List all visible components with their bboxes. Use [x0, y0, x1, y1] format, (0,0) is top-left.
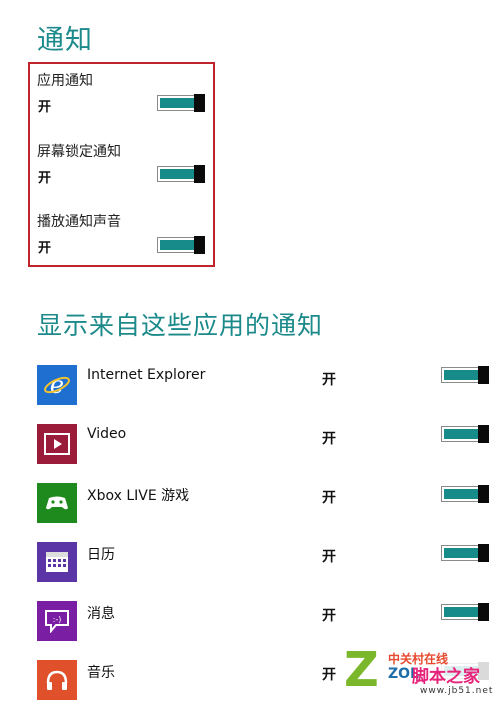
- toggle-video[interactable]: [441, 425, 489, 443]
- toggle-thumb: [194, 94, 205, 112]
- toggle-thumb: [478, 485, 489, 503]
- app-state-calendar: 开: [322, 549, 336, 565]
- app-name-music: 音乐: [87, 665, 115, 681]
- toggle-thumb: [478, 544, 489, 562]
- music-icon: [37, 660, 77, 700]
- toggle-xbox-live[interactable]: [441, 485, 489, 503]
- app-state-internet-explorer: 开: [322, 372, 336, 388]
- toggle-fill: [160, 240, 195, 250]
- messaging-icon: :-): [37, 601, 77, 641]
- setting-label-app-notifications: 应用通知: [37, 73, 93, 89]
- app-name-calendar: 日历: [87, 547, 115, 563]
- app-state-xbox-live: 开: [322, 490, 336, 506]
- setting-state-app-notifications: 开: [38, 100, 52, 115]
- setting-label-lockscreen-notifications: 屏幕锁定通知: [37, 144, 121, 160]
- toggle-thumb: [194, 165, 205, 183]
- toggle-fill: [444, 489, 479, 499]
- watermark-url: www.jb51.net: [420, 686, 494, 696]
- watermark: Z 中关村在线 ZOL 脚本之家 www.jb51.net: [342, 642, 500, 703]
- toggle-thumb: [478, 603, 489, 621]
- toggle-fill: [444, 607, 479, 617]
- setting-label-notification-sound: 播放通知声音: [37, 214, 121, 230]
- app-state-music: 开: [322, 667, 336, 683]
- internet-explorer-icon: e: [37, 365, 77, 405]
- app-name-messaging: 消息: [87, 606, 115, 622]
- app-name-internet-explorer: Internet Explorer: [87, 367, 206, 383]
- setting-state-lockscreen-notifications: 开: [38, 171, 52, 186]
- toggle-notification-sound[interactable]: [157, 236, 205, 254]
- toggle-thumb: [478, 366, 489, 384]
- toggle-fill: [444, 429, 479, 439]
- toggle-fill: [160, 169, 195, 179]
- app-state-video: 开: [322, 431, 336, 447]
- toggle-fill: [444, 548, 479, 558]
- toggle-fill: [160, 98, 195, 108]
- toggle-thumb: [194, 236, 205, 254]
- app-name-video: Video: [87, 426, 127, 442]
- apps-section-title: 显示来自这些应用的通知: [37, 311, 324, 340]
- setting-state-notification-sound: 开: [38, 241, 52, 256]
- toggle-internet-explorer[interactable]: [441, 366, 489, 384]
- svg-text:e: e: [50, 371, 64, 399]
- video-icon: [37, 424, 77, 464]
- app-state-messaging: 开: [322, 608, 336, 624]
- app-name-xbox-live: Xbox LIVE 游戏: [87, 488, 190, 504]
- xbox-icon: [37, 483, 77, 523]
- toggle-lockscreen-notifications[interactable]: [157, 165, 205, 183]
- toggle-calendar[interactable]: [441, 544, 489, 562]
- calendar-icon: [37, 542, 77, 582]
- watermark-main-text: 脚本之家: [412, 667, 480, 687]
- toggle-messaging[interactable]: [441, 603, 489, 621]
- toggle-fill: [444, 370, 479, 380]
- notifications-title: 通知: [37, 25, 93, 56]
- watermark-z-logo: Z: [344, 642, 379, 698]
- toggle-app-notifications[interactable]: [157, 94, 205, 112]
- toggle-thumb: [478, 425, 489, 443]
- svg-text::-): :-): [53, 615, 62, 624]
